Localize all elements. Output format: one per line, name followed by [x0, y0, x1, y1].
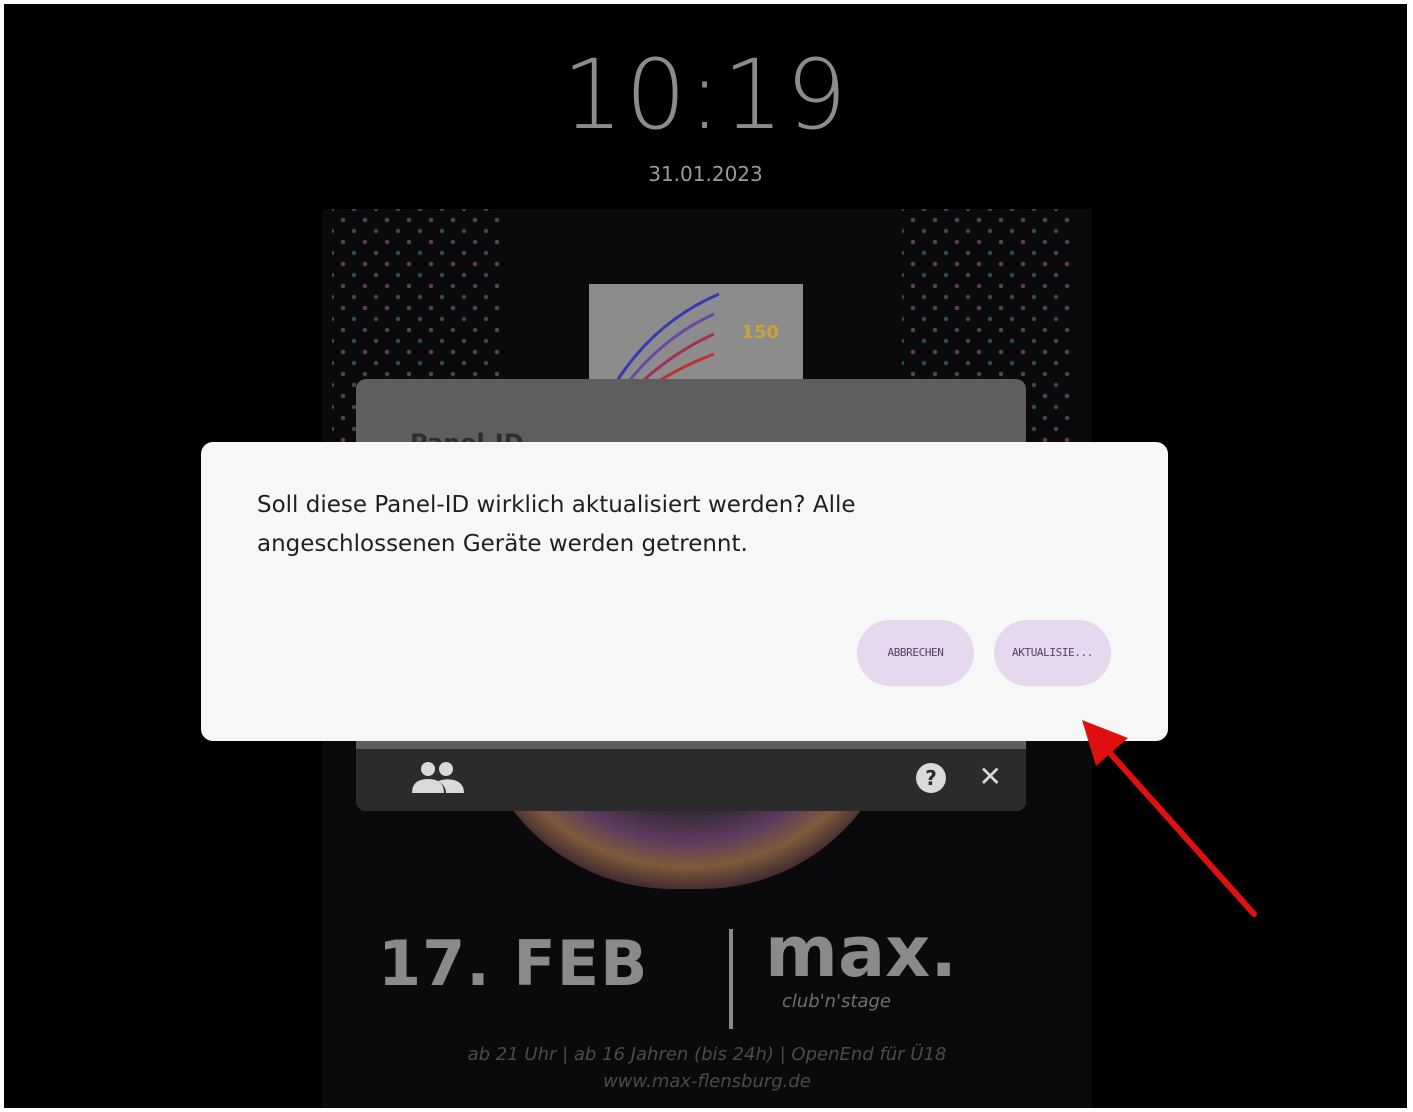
clock-date: 31.01.2023 [648, 162, 763, 186]
close-icon[interactable]: ✕ [979, 761, 1002, 793]
confirm-message: Soll diese Panel-ID wirklich aktualisier… [257, 492, 856, 557]
people-icon[interactable] [408, 759, 468, 803]
poster-info: ab 21 Uhr | ab 16 Jahren (bis 24h) | Ope… [322, 1041, 1092, 1095]
annotation-arrow-icon [1082, 720, 1257, 917]
update-button[interactable]: AKTUALISIE... [994, 620, 1111, 686]
poster-event-date: 17. FEB [378, 927, 649, 1000]
confirm-dialog: Soll diese Panel-ID wirklich aktualisier… [201, 442, 1168, 741]
clock-time: 10:19 [562, 39, 849, 151]
panel-dialog-footer: ? ✕ [356, 749, 1026, 811]
poster-info-line: ab 21 Uhr | ab 16 Jahren (bis 24h) | Ope… [467, 1044, 947, 1065]
poster-venue: max. [765, 911, 957, 993]
poster-logo: 150 [589, 284, 803, 396]
help-icon[interactable]: ? [916, 763, 946, 793]
logo-badge: 150 [741, 322, 779, 343]
poster-url: www.max-flensburg.de [603, 1071, 811, 1092]
cancel-button[interactable]: ABBRECHEN [857, 620, 974, 686]
poster-venue-tag: club'n'stage [782, 991, 892, 1012]
poster-divider [729, 929, 733, 1029]
